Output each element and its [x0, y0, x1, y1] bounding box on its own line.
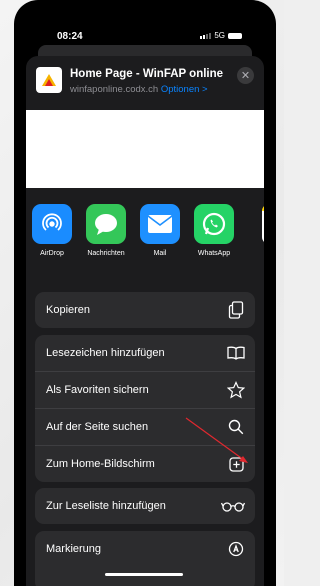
site-url: winfaponline.codx.ch: [70, 84, 159, 95]
action-group-copy: Kopieren: [35, 292, 255, 328]
site-title: Home Page - WinFAP online: [70, 68, 224, 80]
notes-icon: [262, 204, 264, 244]
messages-icon: [86, 204, 126, 244]
search-icon: [227, 418, 245, 436]
app-label-notes: N: [242, 250, 264, 257]
share-header: Home Page - WinFAP online winfaponline.c…: [26, 56, 264, 110]
action-favorite[interactable]: Als Favoriten sichern: [35, 371, 255, 408]
share-apps-row: AirDrop Nachrichten Mail WhatsApp: [26, 204, 264, 272]
site-favicon-icon: [36, 67, 62, 93]
action-markup-label: Markierung: [46, 543, 102, 555]
markup-icon: [227, 540, 245, 558]
whatsapp-icon: [194, 204, 234, 244]
action-group-page: Lesezeichen hinzufügen Als Favoriten sic…: [35, 335, 255, 482]
site-subtitle: winfaponline.codx.ch Optionen >: [70, 84, 208, 95]
share-sheet: Home Page - WinFAP online winfaponline.c…: [26, 56, 264, 586]
action-group-markup: Markierung: [35, 531, 255, 586]
action-home-screen[interactable]: Zum Home-Bildschirm: [35, 445, 255, 482]
app-whatsapp[interactable]: WhatsApp: [188, 204, 240, 257]
app-airdrop[interactable]: AirDrop: [26, 204, 78, 257]
app-label-messages: Nachrichten: [87, 250, 125, 257]
network-label: 5G: [214, 31, 225, 40]
close-button[interactable]: ✕: [237, 67, 254, 84]
action-reading-list[interactable]: Zur Leseliste hinzufügen: [35, 488, 255, 524]
app-label-airdrop: AirDrop: [40, 250, 64, 257]
app-messages[interactable]: Nachrichten: [80, 204, 132, 257]
home-indicator[interactable]: [105, 573, 183, 576]
app-label-whatsapp: WhatsApp: [197, 250, 231, 257]
book-icon: [227, 344, 245, 362]
action-copy-label: Kopieren: [46, 304, 91, 316]
battery-icon: [228, 32, 242, 39]
page-preview: [26, 110, 264, 188]
options-link[interactable]: Optionen >: [161, 84, 208, 95]
glasses-icon: [221, 497, 245, 515]
phone-screen: 08:24 5G Home Page - WinFAP online winfa…: [14, 0, 276, 586]
status-indicators: 5G: [200, 31, 242, 40]
copy-icon: [227, 301, 245, 319]
action-find[interactable]: Auf der Seite suchen: [35, 408, 255, 445]
action-favorite-label: Als Favoriten sichern: [46, 384, 149, 396]
app-label-mail: Mail: [153, 250, 167, 257]
action-reading-list-label: Zur Leseliste hinzufügen: [46, 500, 166, 512]
mail-icon: [140, 204, 180, 244]
app-notes[interactable]: N: [242, 204, 264, 257]
action-group-reading: Zur Leseliste hinzufügen: [35, 488, 255, 524]
action-home-screen-label: Zum Home-Bildschirm: [46, 458, 155, 470]
status-bar: 08:24 5G: [14, 0, 276, 42]
action-markup[interactable]: Markierung: [35, 531, 255, 567]
action-bookmark[interactable]: Lesezeichen hinzufügen: [35, 335, 255, 371]
status-time: 08:24: [57, 31, 83, 42]
app-mail[interactable]: Mail: [134, 204, 186, 257]
action-bookmark-label: Lesezeichen hinzufügen: [46, 347, 165, 359]
star-icon: [227, 381, 245, 399]
close-icon: ✕: [240, 70, 251, 82]
action-find-label: Auf der Seite suchen: [46, 421, 149, 433]
add-square-icon: [227, 455, 245, 473]
signal-icon: [200, 32, 212, 39]
action-copy[interactable]: Kopieren: [35, 292, 255, 328]
airdrop-icon: [32, 204, 72, 244]
